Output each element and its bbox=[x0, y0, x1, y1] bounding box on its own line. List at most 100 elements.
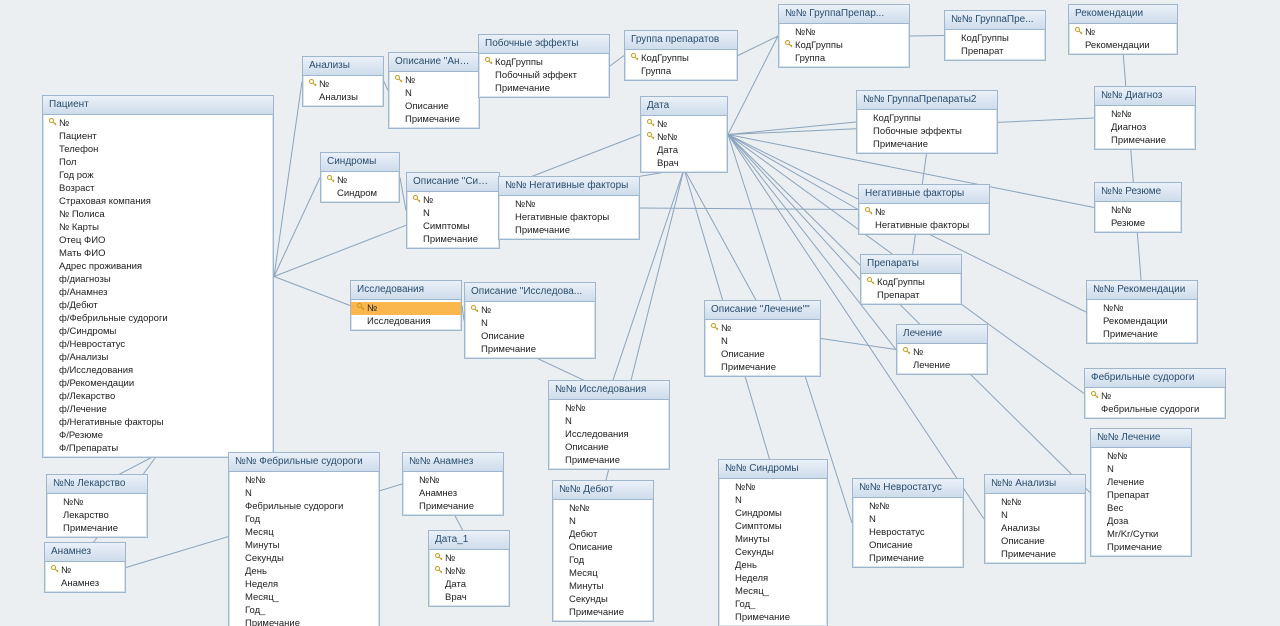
table-desc_research[interactable]: Описание "Исследова...№NОписаниеПримечан… bbox=[464, 282, 596, 359]
field-row[interactable]: N bbox=[465, 317, 595, 330]
table-nn_febrile[interactable]: №№ Фебрильные судороги№№NФебрильные судо… bbox=[228, 452, 380, 626]
field-row[interactable]: Mr/Kr/Сутки bbox=[1091, 528, 1191, 541]
field-row[interactable]: Возраст bbox=[43, 182, 273, 195]
field-row[interactable]: Год bbox=[229, 513, 379, 526]
field-row[interactable]: КодГруппы bbox=[479, 56, 609, 69]
table-header[interactable]: №№ Лекарство bbox=[47, 475, 147, 494]
field-row[interactable]: Невростатус bbox=[853, 526, 963, 539]
field-row[interactable]: №№ bbox=[853, 500, 963, 513]
table-analyses[interactable]: Анализы№Анализы bbox=[302, 56, 384, 107]
field-row[interactable]: Неделя bbox=[229, 578, 379, 591]
field-row[interactable]: Описание bbox=[985, 535, 1085, 548]
field-row[interactable]: Лечение bbox=[1091, 476, 1191, 489]
table-header[interactable]: №№ ГруппаПрепар... bbox=[779, 5, 909, 24]
field-row[interactable]: ф/диагнозы bbox=[43, 273, 273, 286]
field-row[interactable]: Год bbox=[553, 554, 653, 567]
table-desc_treat[interactable]: Описание "Лечение""№NОписаниеПримечание bbox=[704, 300, 821, 377]
table-nn_debut[interactable]: №№ Дебют№№NДебютОписаниеГодМесяцМинутыСе… bbox=[552, 480, 654, 622]
field-row[interactable]: N bbox=[985, 509, 1085, 522]
table-nn_grupprep[interactable]: №№ ГруппаПрепар...№№КодГруппыГруппа bbox=[778, 4, 910, 68]
field-row[interactable]: Лечение bbox=[897, 359, 987, 372]
field-row[interactable]: Исследования bbox=[351, 315, 461, 328]
field-row[interactable]: Неделя bbox=[719, 572, 827, 585]
field-row[interactable]: Примечание bbox=[857, 138, 997, 151]
field-row[interactable]: № bbox=[45, 564, 125, 577]
field-row[interactable]: Примечание bbox=[403, 500, 503, 513]
table-febrile[interactable]: Фебрильные судороги№Фебрильные судороги bbox=[1084, 368, 1226, 419]
field-row[interactable]: Примечание bbox=[465, 343, 595, 356]
field-row[interactable]: Анамнез bbox=[45, 577, 125, 590]
table-header[interactable]: Лечение bbox=[897, 325, 987, 344]
field-row[interactable]: Описание bbox=[705, 348, 820, 361]
field-row[interactable]: №№ bbox=[499, 198, 639, 211]
field-row[interactable]: №№ bbox=[641, 131, 727, 144]
table-header[interactable]: Побочные эффекты bbox=[479, 35, 609, 54]
diagram-canvas[interactable]: Пациент№ПациентТелефонПолГод рожВозрастС… bbox=[0, 0, 1280, 626]
field-row[interactable]: N bbox=[549, 415, 669, 428]
table-nn_analyses[interactable]: №№ Анализы№№NАнализыОписаниеПримечание bbox=[984, 474, 1086, 564]
field-row[interactable]: КодГруппы bbox=[857, 112, 997, 125]
field-row[interactable]: ф/Негативные факторы bbox=[43, 416, 273, 429]
field-row[interactable]: Примечание bbox=[389, 113, 479, 126]
table-header[interactable]: Дата_1 bbox=[429, 531, 509, 550]
field-row[interactable]: Отец ФИО bbox=[43, 234, 273, 247]
field-row[interactable]: Негативные факторы bbox=[499, 211, 639, 224]
field-row[interactable]: Диагноз bbox=[1095, 121, 1195, 134]
field-row[interactable]: Минуты bbox=[553, 580, 653, 593]
field-row[interactable]: ф/Анамнез bbox=[43, 286, 273, 299]
field-row[interactable]: №№ bbox=[549, 402, 669, 415]
table-header[interactable]: №№ Негативные факторы bbox=[499, 177, 639, 196]
table-anamnez[interactable]: Анамнез№Анамнез bbox=[44, 542, 126, 593]
field-row[interactable]: Препарат bbox=[1091, 489, 1191, 502]
field-row[interactable]: Примечание bbox=[1087, 328, 1197, 341]
table-drug_group[interactable]: Группа препаратовКодГруппыГруппа bbox=[624, 30, 738, 81]
table-nn_syndromes[interactable]: №№ Синдромы№№NСиндромыСимптомыМинутыСеку… bbox=[718, 459, 828, 626]
field-row[interactable]: Примечание bbox=[705, 361, 820, 374]
field-row[interactable]: Примечание bbox=[229, 617, 379, 626]
field-row[interactable]: Дата bbox=[429, 578, 509, 591]
field-row[interactable]: N bbox=[553, 515, 653, 528]
field-row[interactable]: №№ bbox=[779, 26, 909, 39]
field-row[interactable]: №№ bbox=[719, 481, 827, 494]
table-header[interactable]: Дата bbox=[641, 97, 727, 116]
field-row[interactable]: Описание bbox=[549, 441, 669, 454]
field-row[interactable]: N bbox=[719, 494, 827, 507]
field-row[interactable]: Препарат bbox=[861, 289, 961, 302]
table-header[interactable]: №№ Дебют bbox=[553, 481, 653, 500]
table-header[interactable]: №№ Рекомендации bbox=[1087, 281, 1197, 300]
field-row[interactable]: Побочные эффекты bbox=[857, 125, 997, 138]
field-row[interactable]: Анализы bbox=[985, 522, 1085, 535]
field-row[interactable]: ф/Синдромы bbox=[43, 325, 273, 338]
table-nn_recom[interactable]: №№ Рекомендации№№РекомендацииПримечание bbox=[1086, 280, 1198, 344]
field-row[interactable]: № bbox=[407, 194, 499, 207]
field-row[interactable]: Секунды bbox=[719, 546, 827, 559]
field-row[interactable]: Дебют bbox=[553, 528, 653, 541]
field-row[interactable]: № bbox=[389, 74, 479, 87]
field-row[interactable]: N bbox=[389, 87, 479, 100]
field-row[interactable]: Дата bbox=[641, 144, 727, 157]
field-row[interactable]: Мать ФИО bbox=[43, 247, 273, 260]
field-row[interactable]: №№ bbox=[429, 565, 509, 578]
field-row[interactable]: Синдром bbox=[321, 187, 399, 200]
field-row[interactable]: Примечание bbox=[1091, 541, 1191, 554]
table-date[interactable]: Дата№№№ДатаВрач bbox=[640, 96, 728, 173]
field-row[interactable]: Примечание bbox=[985, 548, 1085, 561]
field-row[interactable]: ф/Фебрильные судороги bbox=[43, 312, 273, 325]
table-header[interactable]: Группа препаратов bbox=[625, 31, 737, 50]
table-desc_anal[interactable]: Описание "Анал...№NОписаниеПримечание bbox=[388, 52, 480, 129]
table-preparaty[interactable]: ПрепаратыКодГруппыПрепарат bbox=[860, 254, 962, 305]
field-row[interactable]: Примечание bbox=[553, 606, 653, 619]
field-row[interactable]: ф/Лекарство bbox=[43, 390, 273, 403]
field-row[interactable]: №№ bbox=[1087, 302, 1197, 315]
field-row[interactable]: № bbox=[1085, 390, 1225, 403]
field-row[interactable]: Год_ bbox=[719, 598, 827, 611]
table-nn_resume[interactable]: №№ Резюме№№Резюме bbox=[1094, 182, 1182, 233]
field-row[interactable]: Врач bbox=[641, 157, 727, 170]
table-header[interactable]: Анамнез bbox=[45, 543, 125, 562]
table-header[interactable]: Пациент bbox=[43, 96, 273, 115]
field-row[interactable]: ф/Невростатус bbox=[43, 338, 273, 351]
field-row[interactable]: № bbox=[303, 78, 383, 91]
field-row[interactable]: N bbox=[1091, 463, 1191, 476]
field-row[interactable]: N bbox=[705, 335, 820, 348]
field-row[interactable]: № bbox=[321, 174, 399, 187]
